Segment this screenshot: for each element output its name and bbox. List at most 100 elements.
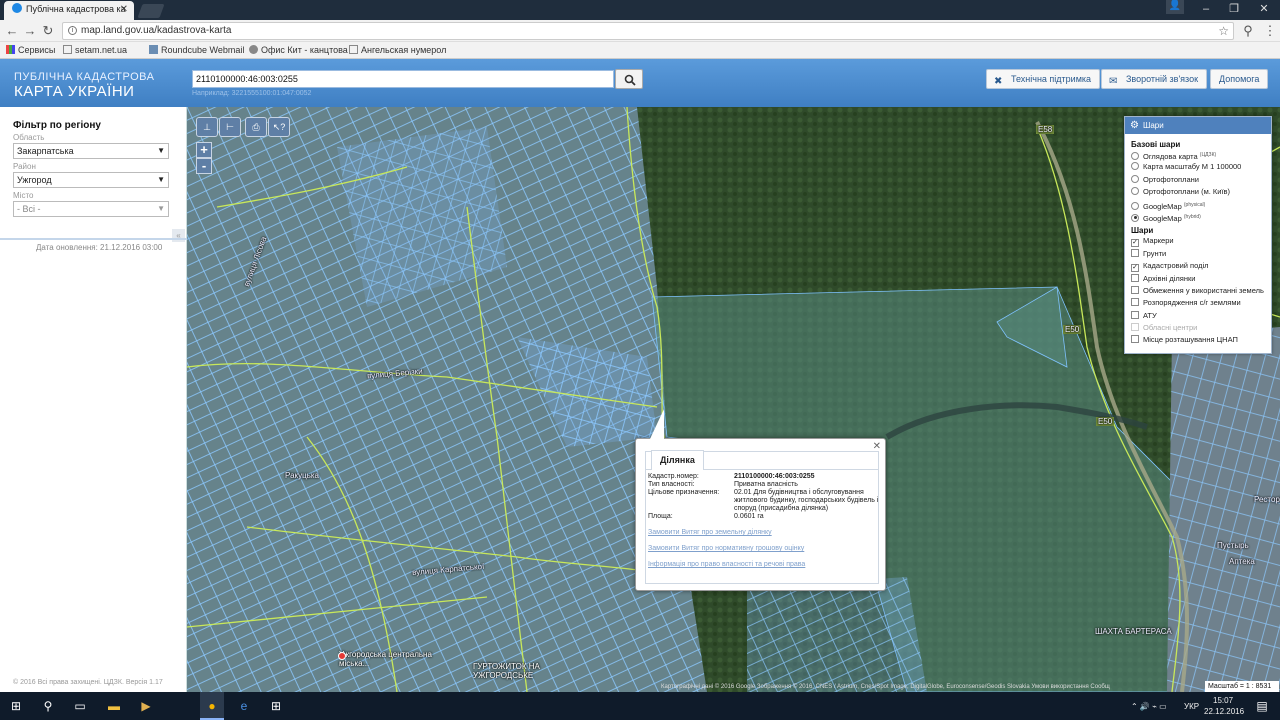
area-value: 0.0601 га (734, 513, 764, 520)
office-icon (249, 45, 258, 54)
tab-parcel[interactable]: Ділянка (651, 450, 704, 470)
region-label: Область (13, 133, 45, 142)
profile-icon[interactable]: 👤 (1166, 0, 1184, 14)
region-filter-panel: Фільтр по регіону Область Закарпатська ▼ … (0, 107, 187, 692)
base-layers-title: Базові шари (1131, 140, 1181, 149)
checkbox-icon (1131, 323, 1139, 332)
area-label: Площа: (648, 513, 673, 520)
radio-icon (1131, 152, 1139, 160)
region-select[interactable]: Закарпатська ▼ (13, 143, 169, 159)
search-hint: Наприклад: 3221555100:01:047:0052 (192, 90, 312, 97)
tech-support-button[interactable]: ✖ Технічна підтримка (986, 69, 1101, 89)
base-layer-google-hybrid[interactable]: GoogleMap (hybrid) (1125, 211, 1271, 223)
bookmark-office[interactable]: Офис Кит - канцтова (249, 45, 348, 55)
filter-title: Фільтр по регіону (13, 120, 101, 131)
site-favicon-icon (12, 3, 22, 13)
brand-line1[interactable]: ПУБЛІЧНА КАДАСТРОВА (14, 71, 154, 83)
maximize-icon[interactable]: ❐ (1218, 0, 1250, 20)
search-icon (624, 74, 636, 86)
menu-icon[interactable]: ⋮ (1262, 23, 1278, 39)
layer-cnap[interactable]: Місце розташування ЦНАП (1125, 334, 1271, 346)
clock-time[interactable]: 15:07 (1213, 696, 1233, 705)
ownership-value: Приватна власність (734, 481, 798, 488)
brand-line2[interactable]: КАРТА УКРАЇНИ (14, 83, 134, 100)
store-icon[interactable]: ⊞ (268, 698, 284, 714)
cadastral-search-input[interactable]: 2110100000:46:003:0255 (192, 70, 614, 88)
base-layer-google-physical[interactable]: GoogleMap (physical) (1125, 199, 1271, 211)
search-extension-icon[interactable]: ⚲ (1240, 23, 1256, 39)
base-layer-map-100000[interactable]: Карта масштабу М 1 100000 (1125, 161, 1271, 173)
bookmark-star-icon[interactable]: ☆ (1218, 23, 1229, 39)
window-close-icon[interactable]: ✕ (1248, 0, 1280, 20)
notifications-icon[interactable]: ▤ (1254, 698, 1270, 714)
cadastral-map[interactable]: вулиця Лісова вулиця Берізки вулиця Карп… (187, 107, 1280, 692)
layer-archive[interactable]: Архівні ділянки (1125, 273, 1271, 285)
order-valuation-extract-link[interactable]: Замовити Витяг про нормативну грошову оц… (648, 545, 804, 552)
search-icon[interactable]: ⚲ (40, 698, 56, 714)
mine-label: ШАХТА БАРТЕРАСА (1095, 627, 1172, 636)
search-button[interactable] (615, 69, 643, 89)
file-explorer-icon[interactable]: ▬ (106, 698, 122, 714)
layers-panel: ⚙ Шари Базові шари Оглядова карта (ЦДЗК) … (1124, 116, 1272, 354)
place-label: Ресторі (1254, 495, 1280, 504)
apps-icon (6, 45, 15, 54)
tray-icons[interactable]: ⌃ 🔊 ⌁ ▭ (1131, 702, 1167, 711)
collapse-panel-button[interactable]: « (172, 229, 185, 242)
layer-markers[interactable]: ✓ Маркери (1125, 235, 1271, 248)
chevron-down-icon: ▼ (157, 175, 165, 184)
back-icon[interactable]: ← (4, 23, 20, 39)
district-select[interactable]: Ужгород ▼ (13, 172, 169, 188)
bookmark-apps[interactable]: Сервисы (6, 45, 55, 55)
forward-icon[interactable]: → (22, 23, 38, 39)
map-attribution[interactable]: Картографічні дані © 2016 Google Зображе… (661, 684, 1110, 690)
base-layer-orthophoto[interactable]: Ортофотоплани (1125, 174, 1271, 186)
feedback-button[interactable]: ✉ Зворотній зв'язок (1101, 69, 1208, 89)
zoom-in-button[interactable]: + (196, 142, 212, 158)
base-layer-overview[interactable]: Оглядова карта (ЦДЗК) (1125, 149, 1271, 161)
language-indicator[interactable]: УКР (1184, 702, 1199, 711)
city-select[interactable]: - Всі - ▼ (13, 201, 169, 217)
checkbox-icon (1131, 310, 1139, 319)
order-parcel-extract-link[interactable]: Замовити Витяг про земельну ділянку (648, 529, 772, 536)
cadastral-number-value: 2110100000:46:003:0255 (734, 473, 815, 480)
ownership-info-link[interactable]: Інформація про право власності та речові… (648, 561, 805, 568)
radio-icon (1131, 201, 1139, 210)
base-layer-orthophoto-kyiv[interactable]: Ортофотоплани (м. Київ) (1125, 186, 1271, 198)
reload-icon[interactable]: ↻ (40, 23, 56, 39)
identify-tool[interactable]: ↖? (268, 117, 290, 137)
map-scale: Масштаб = 1 : 8531 (1205, 681, 1279, 692)
layer-restrictions[interactable]: Обмеження у використанні земель (1125, 285, 1271, 297)
new-tab-button[interactable] (137, 4, 165, 18)
windows-start-icon[interactable]: ⊞ (8, 698, 24, 714)
address-bar[interactable]: i map.land.gov.ua/kadastrova-karta ☆ (62, 22, 1234, 40)
measure-area-tool[interactable]: ⊢ (219, 117, 241, 137)
envelope-icon: ✉ (1109, 76, 1118, 87)
purpose-label: Цільове призначення: (648, 489, 720, 496)
edge-icon[interactable]: e (236, 698, 252, 714)
close-tab-icon[interactable]: ✕ (120, 4, 128, 15)
help-button[interactable]: Допомога (1210, 69, 1269, 89)
layer-atu[interactable]: АТУ (1125, 310, 1271, 322)
chevron-down-icon: ▼ (157, 204, 165, 213)
place-label: Пустырь (1217, 541, 1249, 550)
print-tool[interactable]: ⎙ (245, 117, 267, 137)
site-info-icon[interactable]: i (68, 26, 77, 35)
hospital-marker-icon[interactable] (338, 652, 346, 660)
windows-taskbar: ⊞ ⚲ ▭ ▬ ▶ ● e ⊞ ⌃ 🔊 ⌁ ▭ УКР 15:07 22.12.… (0, 692, 1280, 720)
layer-soils[interactable]: Грунти (1125, 248, 1271, 260)
bookmark-roundcube[interactable]: Roundcube Webmail (149, 45, 244, 55)
popup-pointer (650, 409, 664, 439)
layers-header[interactable]: ⚙ Шари (1125, 117, 1271, 134)
chrome-icon[interactable]: ● (204, 698, 220, 714)
measure-distance-tool[interactable]: ⊥ (196, 117, 218, 137)
radio-selected-icon (1131, 213, 1139, 222)
browser-tab[interactable]: Публічна кадастрова ка ✕ (4, 1, 134, 20)
zoom-out-button[interactable]: - (196, 158, 212, 174)
clock-date[interactable]: 22.12.2016 (1204, 707, 1244, 716)
task-view-icon[interactable]: ▭ (72, 698, 88, 714)
media-player-icon[interactable]: ▶ (138, 698, 154, 714)
layer-cadastral[interactable]: ✓ Кадастровий поділ (1125, 260, 1271, 273)
bookmark-angel[interactable]: Ангельская нумерол (349, 45, 446, 55)
bookmark-setam[interactable]: setam.net.ua (63, 45, 127, 55)
layer-agri-disposal[interactable]: Розпорядження с/г землями (1125, 297, 1271, 309)
